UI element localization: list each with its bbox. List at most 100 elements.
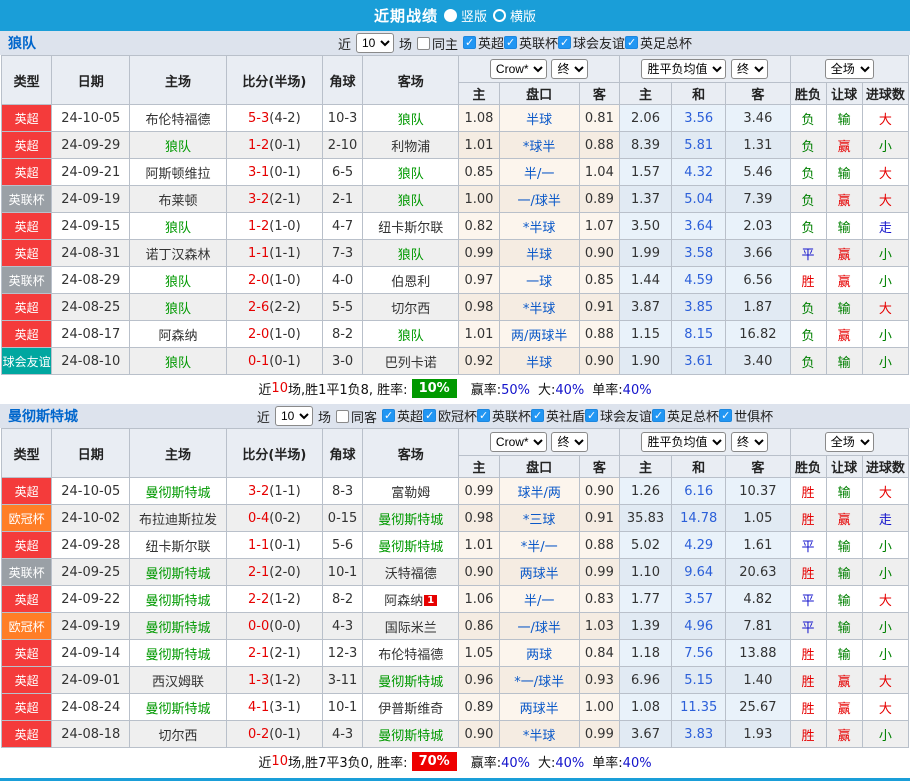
- league-badge: 英联杯: [2, 267, 52, 294]
- away-odds: 0.88: [579, 132, 619, 159]
- bookmaker-select[interactable]: Crow*: [490, 432, 547, 452]
- league-filter[interactable]: 英社盾: [531, 406, 585, 425]
- league-filter[interactable]: 球会友谊: [585, 406, 652, 425]
- stat-label: 赢率:: [471, 756, 501, 771]
- goals-result-cell: 小: [862, 321, 908, 348]
- league-filter[interactable]: 英超: [382, 406, 423, 425]
- match-date: 24-08-29: [52, 267, 130, 294]
- col-goals: 进球数: [862, 83, 908, 105]
- match-score: 2-1(2-0): [226, 559, 322, 586]
- col-handicap-result: 让球: [826, 83, 862, 105]
- final-avg-select[interactable]: 终: [731, 432, 768, 452]
- home-team: 曼彻斯特城: [130, 586, 226, 613]
- bookmaker-select[interactable]: Crow*: [490, 59, 547, 79]
- away-team: 巴列卡诺: [363, 348, 459, 375]
- stat-value: 40%: [555, 383, 584, 398]
- away-team: 伯恩利: [363, 267, 459, 294]
- away-odds: 0.85: [579, 267, 619, 294]
- league-filter[interactable]: 英联杯: [504, 33, 558, 52]
- match-date: 24-09-22: [52, 586, 130, 613]
- match-date: 24-08-18: [52, 721, 130, 748]
- match-row: 球会友谊24-08-10狼队0-1(0-1)3-0巴列卡诺0.92半球0.901…: [2, 348, 909, 375]
- col-avg-home: 主: [619, 83, 671, 105]
- checkbox-checked-icon: [531, 409, 544, 422]
- handicap-line: 一/球半: [499, 613, 579, 640]
- col-score: 比分(半场): [226, 56, 322, 105]
- summary-stats: 赢率:40%大:40%单率:40%: [463, 752, 652, 771]
- col-odds-away: 客: [579, 456, 619, 478]
- scope-select[interactable]: 全场: [825, 59, 874, 79]
- result-cell: 负: [790, 105, 826, 132]
- league-filters: 英超英联杯球会友谊英足总杯: [463, 33, 692, 53]
- layout-radio-vertical[interactable]: 竖版: [444, 6, 487, 25]
- match-row: 英联杯24-09-25曼彻斯特城2-1(2-0)10-1沃特福德0.90两球半0…: [2, 559, 909, 586]
- avg-draw-odds: 11.35: [672, 694, 726, 721]
- handicap-result-cell: 赢: [826, 321, 862, 348]
- league-filter[interactable]: 欧冠杯: [423, 406, 477, 425]
- handicap-result-cell: 输: [826, 478, 862, 505]
- checkbox-unchecked-icon: [336, 410, 349, 423]
- league-filter[interactable]: 英足总杯: [625, 33, 692, 52]
- handicap-result-cell: 赢: [826, 240, 862, 267]
- corner-score: 12-3: [323, 640, 363, 667]
- league-badge: 欧冠杯: [2, 613, 52, 640]
- home-odds: 0.96: [459, 667, 499, 694]
- avg-home-odds: 1.44: [619, 267, 671, 294]
- checkbox-checked-icon: [477, 409, 490, 422]
- avg-select[interactable]: 胜平负均值: [641, 432, 726, 452]
- avg-draw-odds: 5.15: [672, 667, 726, 694]
- handicap-line: 半球: [499, 105, 579, 132]
- avg-select[interactable]: 胜平负均值: [641, 59, 726, 79]
- home-odds: 1.08: [459, 105, 499, 132]
- away-odds: 0.93: [579, 667, 619, 694]
- home-team: 曼彻斯特城: [130, 478, 226, 505]
- home-odds: 0.99: [459, 478, 499, 505]
- corner-score: 8-3: [323, 478, 363, 505]
- league-filter[interactable]: 世俱杯: [719, 406, 773, 425]
- final-odds-select[interactable]: 终: [551, 59, 588, 79]
- goals-result-cell: 小: [862, 240, 908, 267]
- match-date: 24-09-14: [52, 640, 130, 667]
- home-team: 狼队: [130, 348, 226, 375]
- final-odds-select[interactable]: 终: [551, 432, 588, 452]
- record-summary: 近10场,胜1平1负8, 胜率: 10% 赢率:50%大:40%单率:40%: [0, 375, 910, 402]
- league-filter[interactable]: 英足总杯: [652, 406, 719, 425]
- league-filter[interactable]: 球会友谊: [558, 33, 625, 52]
- league-filter[interactable]: 英超: [463, 33, 504, 52]
- corner-score: 5-6: [323, 532, 363, 559]
- avg-home-odds: 1.90: [619, 348, 671, 375]
- match-score: 3-2(2-1): [226, 186, 322, 213]
- match-date: 24-08-17: [52, 321, 130, 348]
- games-count-select[interactable]: 10: [275, 406, 313, 426]
- stat-label: 赢率:: [471, 383, 501, 398]
- games-count-select[interactable]: 10: [356, 33, 394, 53]
- match-score: 2-0(1-0): [226, 267, 322, 294]
- near-label: 近: [338, 34, 351, 53]
- away-team: 狼队: [363, 159, 459, 186]
- same-venue-filter[interactable]: 同客: [336, 407, 377, 426]
- final-avg-select[interactable]: 终: [731, 59, 768, 79]
- checkbox-checked-icon: [625, 36, 638, 49]
- away-odds: 0.88: [579, 321, 619, 348]
- goals-result-cell: 小: [862, 613, 908, 640]
- avg-away-odds: 1.61: [726, 532, 790, 559]
- match-score: 2-2(1-2): [226, 586, 322, 613]
- avg-draw-odds: 3.83: [672, 721, 726, 748]
- match-row: 英超24-10-05曼彻斯特城3-2(1-1)8-3富勒姆0.99球半/两0.9…: [2, 478, 909, 505]
- match-score: 3-1(0-1): [226, 159, 322, 186]
- avg-away-odds: 13.88: [726, 640, 790, 667]
- goals-result-cell: 小: [862, 559, 908, 586]
- league-filter[interactable]: 英联杯: [477, 406, 531, 425]
- layout-radio-horizontal[interactable]: 横版: [493, 6, 536, 25]
- avg-draw-odds: 4.59: [672, 267, 726, 294]
- match-row: 英联杯24-08-29狼队2-0(1-0)4-0伯恩利0.97一球0.851.4…: [2, 267, 909, 294]
- scope-select[interactable]: 全场: [825, 432, 874, 452]
- avg-group-header: 胜平负均值 终: [619, 429, 790, 456]
- same-venue-filter[interactable]: 同主: [417, 34, 458, 53]
- home-team: 阿森纳: [130, 321, 226, 348]
- corner-score: 10-3: [323, 105, 363, 132]
- result-cell: 平: [790, 240, 826, 267]
- corner-score: 10-1: [323, 694, 363, 721]
- home-odds: 1.01: [459, 132, 499, 159]
- checkbox-checked-icon: [558, 36, 571, 49]
